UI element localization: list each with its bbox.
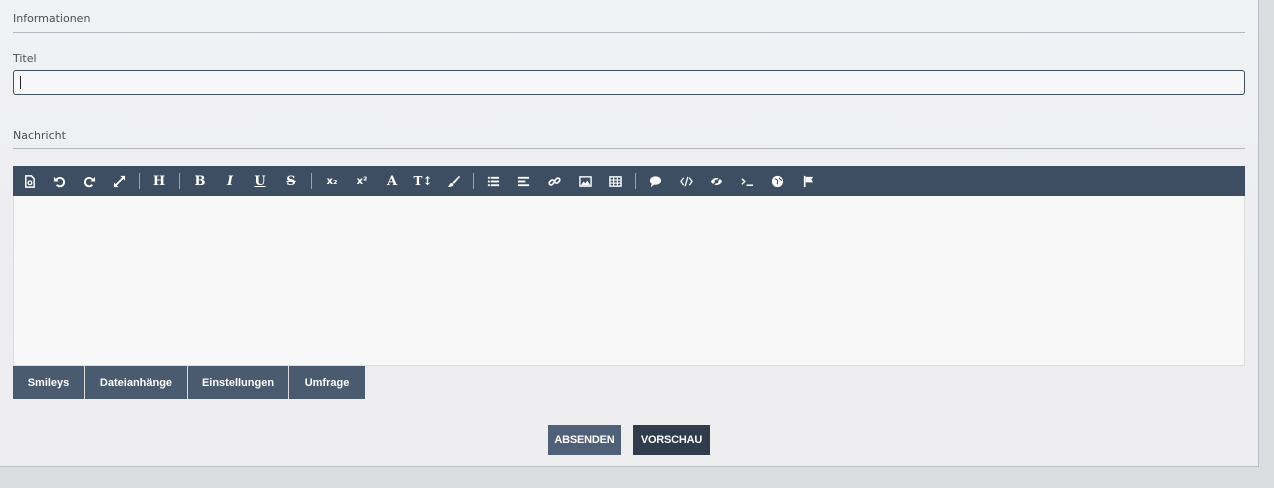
divider <box>13 148 1245 149</box>
form-panel: Informationen Titel Nachricht H B I U S … <box>0 0 1259 467</box>
title-label: Titel <box>13 52 37 65</box>
font-size-button[interactable]: T↕ <box>410 166 436 196</box>
link-icon[interactable] <box>541 166 567 196</box>
redo-icon[interactable] <box>76 166 102 196</box>
editor-tabs: Smileys Dateianhänge Einstellungen Umfra… <box>13 366 365 399</box>
tab-einstellungen[interactable]: Einstellungen <box>188 366 289 399</box>
terminal-icon[interactable] <box>734 166 760 196</box>
toolbar-separator <box>179 173 180 189</box>
quote-icon[interactable] <box>642 166 668 196</box>
italic-button[interactable]: I <box>217 166 243 196</box>
message-editor[interactable] <box>13 196 1245 366</box>
toolbar-separator <box>473 173 474 189</box>
superscript-button[interactable]: x² <box>349 166 375 196</box>
spoiler-icon[interactable] <box>703 166 729 196</box>
code-icon[interactable] <box>673 166 699 196</box>
divider <box>13 32 1245 33</box>
title-input[interactable] <box>13 70 1245 95</box>
toolbar-separator <box>139 173 140 189</box>
bold-button[interactable]: B <box>187 166 213 196</box>
flag-icon[interactable] <box>795 166 821 196</box>
globe-icon[interactable] <box>764 166 790 196</box>
submit-button[interactable]: ABSENDEN <box>548 425 621 455</box>
underline-button[interactable]: U <box>247 166 273 196</box>
preview-button[interactable]: VORSCHAU <box>633 425 710 455</box>
source-icon[interactable] <box>16 166 42 196</box>
editor-toolbar: H B I U S x₂ x² A T↕ <box>13 166 1245 196</box>
align-icon[interactable] <box>510 166 536 196</box>
brush-icon[interactable] <box>440 166 466 196</box>
toolbar-separator <box>635 173 636 189</box>
font-button[interactable]: A <box>379 166 405 196</box>
tab-smileys[interactable]: Smileys <box>13 366 85 399</box>
tab-umfrage[interactable]: Umfrage <box>289 366 365 399</box>
heading-button[interactable]: H <box>146 166 172 196</box>
list-icon[interactable] <box>480 166 506 196</box>
tab-dateianhaenge[interactable]: Dateianhänge <box>85 366 188 399</box>
text-caret <box>20 76 21 89</box>
section-title-informationen: Informationen <box>13 12 91 25</box>
image-icon[interactable] <box>572 166 598 196</box>
strikethrough-button[interactable]: S <box>278 166 304 196</box>
toolbar-separator <box>311 173 312 189</box>
undo-icon[interactable] <box>46 166 72 196</box>
section-title-nachricht: Nachricht <box>13 129 66 142</box>
fullscreen-icon[interactable] <box>106 166 132 196</box>
subscript-button[interactable]: x₂ <box>319 166 345 196</box>
table-icon[interactable] <box>602 166 628 196</box>
